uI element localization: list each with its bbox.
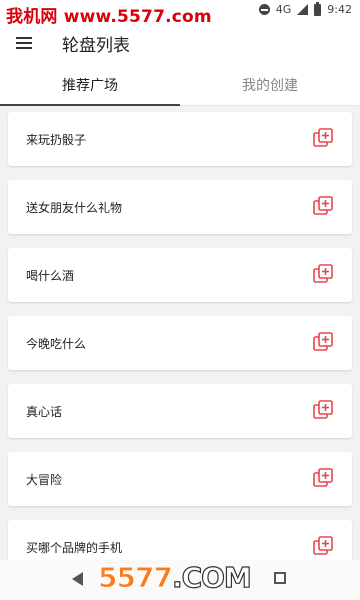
- add-copy-icon[interactable]: [312, 535, 334, 557]
- add-copy-icon[interactable]: [312, 127, 334, 149]
- list-item-label: 今晚吃什么: [26, 337, 87, 351]
- add-copy-icon[interactable]: [312, 195, 334, 217]
- list-item-label: 来玩扔骰子: [26, 133, 87, 147]
- list-item-label: 喝什么酒: [26, 269, 75, 283]
- system-nav-bar: 5577.COM: [0, 560, 360, 600]
- signal-icon: [297, 4, 309, 15]
- recents-icon[interactable]: [274, 572, 286, 584]
- list-item-label: 送女朋友什么礼物: [26, 201, 123, 215]
- add-copy-icon[interactable]: [312, 399, 334, 421]
- battery-icon: [314, 1, 322, 16]
- list-item[interactable]: 真心话: [8, 384, 352, 438]
- status-time: 9:42: [327, 3, 352, 16]
- tab-recommended[interactable]: 推荐广场: [0, 64, 180, 106]
- status-bar: 我机网 www.5577.com 4G 9:42: [0, 0, 360, 27]
- add-copy-icon[interactable]: [312, 467, 334, 489]
- tab-bar: 推荐广场 我的创建: [0, 64, 360, 106]
- list-item[interactable]: 大冒险: [8, 452, 352, 506]
- tab-my-created[interactable]: 我的创建: [180, 64, 360, 105]
- list-item-label: 买哪个品牌的手机: [26, 541, 123, 555]
- add-copy-icon[interactable]: [312, 263, 334, 285]
- list-item-label: 大冒险: [26, 473, 63, 487]
- app-bar: 轮盘列表: [0, 24, 360, 64]
- status-icons: 4G 9:42: [258, 1, 352, 16]
- brand-watermark: 5577.COM: [98, 560, 253, 595]
- page-title: 轮盘列表: [62, 36, 130, 56]
- network-type-label: 4G: [275, 3, 292, 16]
- list-item[interactable]: 喝什么酒: [8, 248, 352, 302]
- brand-watermark-number: 5577: [98, 561, 174, 595]
- list-item[interactable]: 今晚吃什么: [8, 316, 352, 370]
- back-icon[interactable]: [72, 572, 83, 586]
- add-copy-icon[interactable]: [312, 331, 334, 353]
- list-item[interactable]: 送女朋友什么礼物: [8, 180, 352, 234]
- list-item-label: 真心话: [26, 405, 63, 419]
- menu-icon[interactable]: [14, 32, 36, 54]
- brand-watermark-domain: .COM: [171, 560, 252, 594]
- wheel-list: 来玩扔骰子 送女朋友什么礼物 喝什么酒 今晚吃什么 真心话 大冒险 买哪个品牌的…: [8, 112, 352, 588]
- list-item[interactable]: 来玩扔骰子: [8, 112, 352, 166]
- do-not-disturb-icon: [258, 4, 270, 15]
